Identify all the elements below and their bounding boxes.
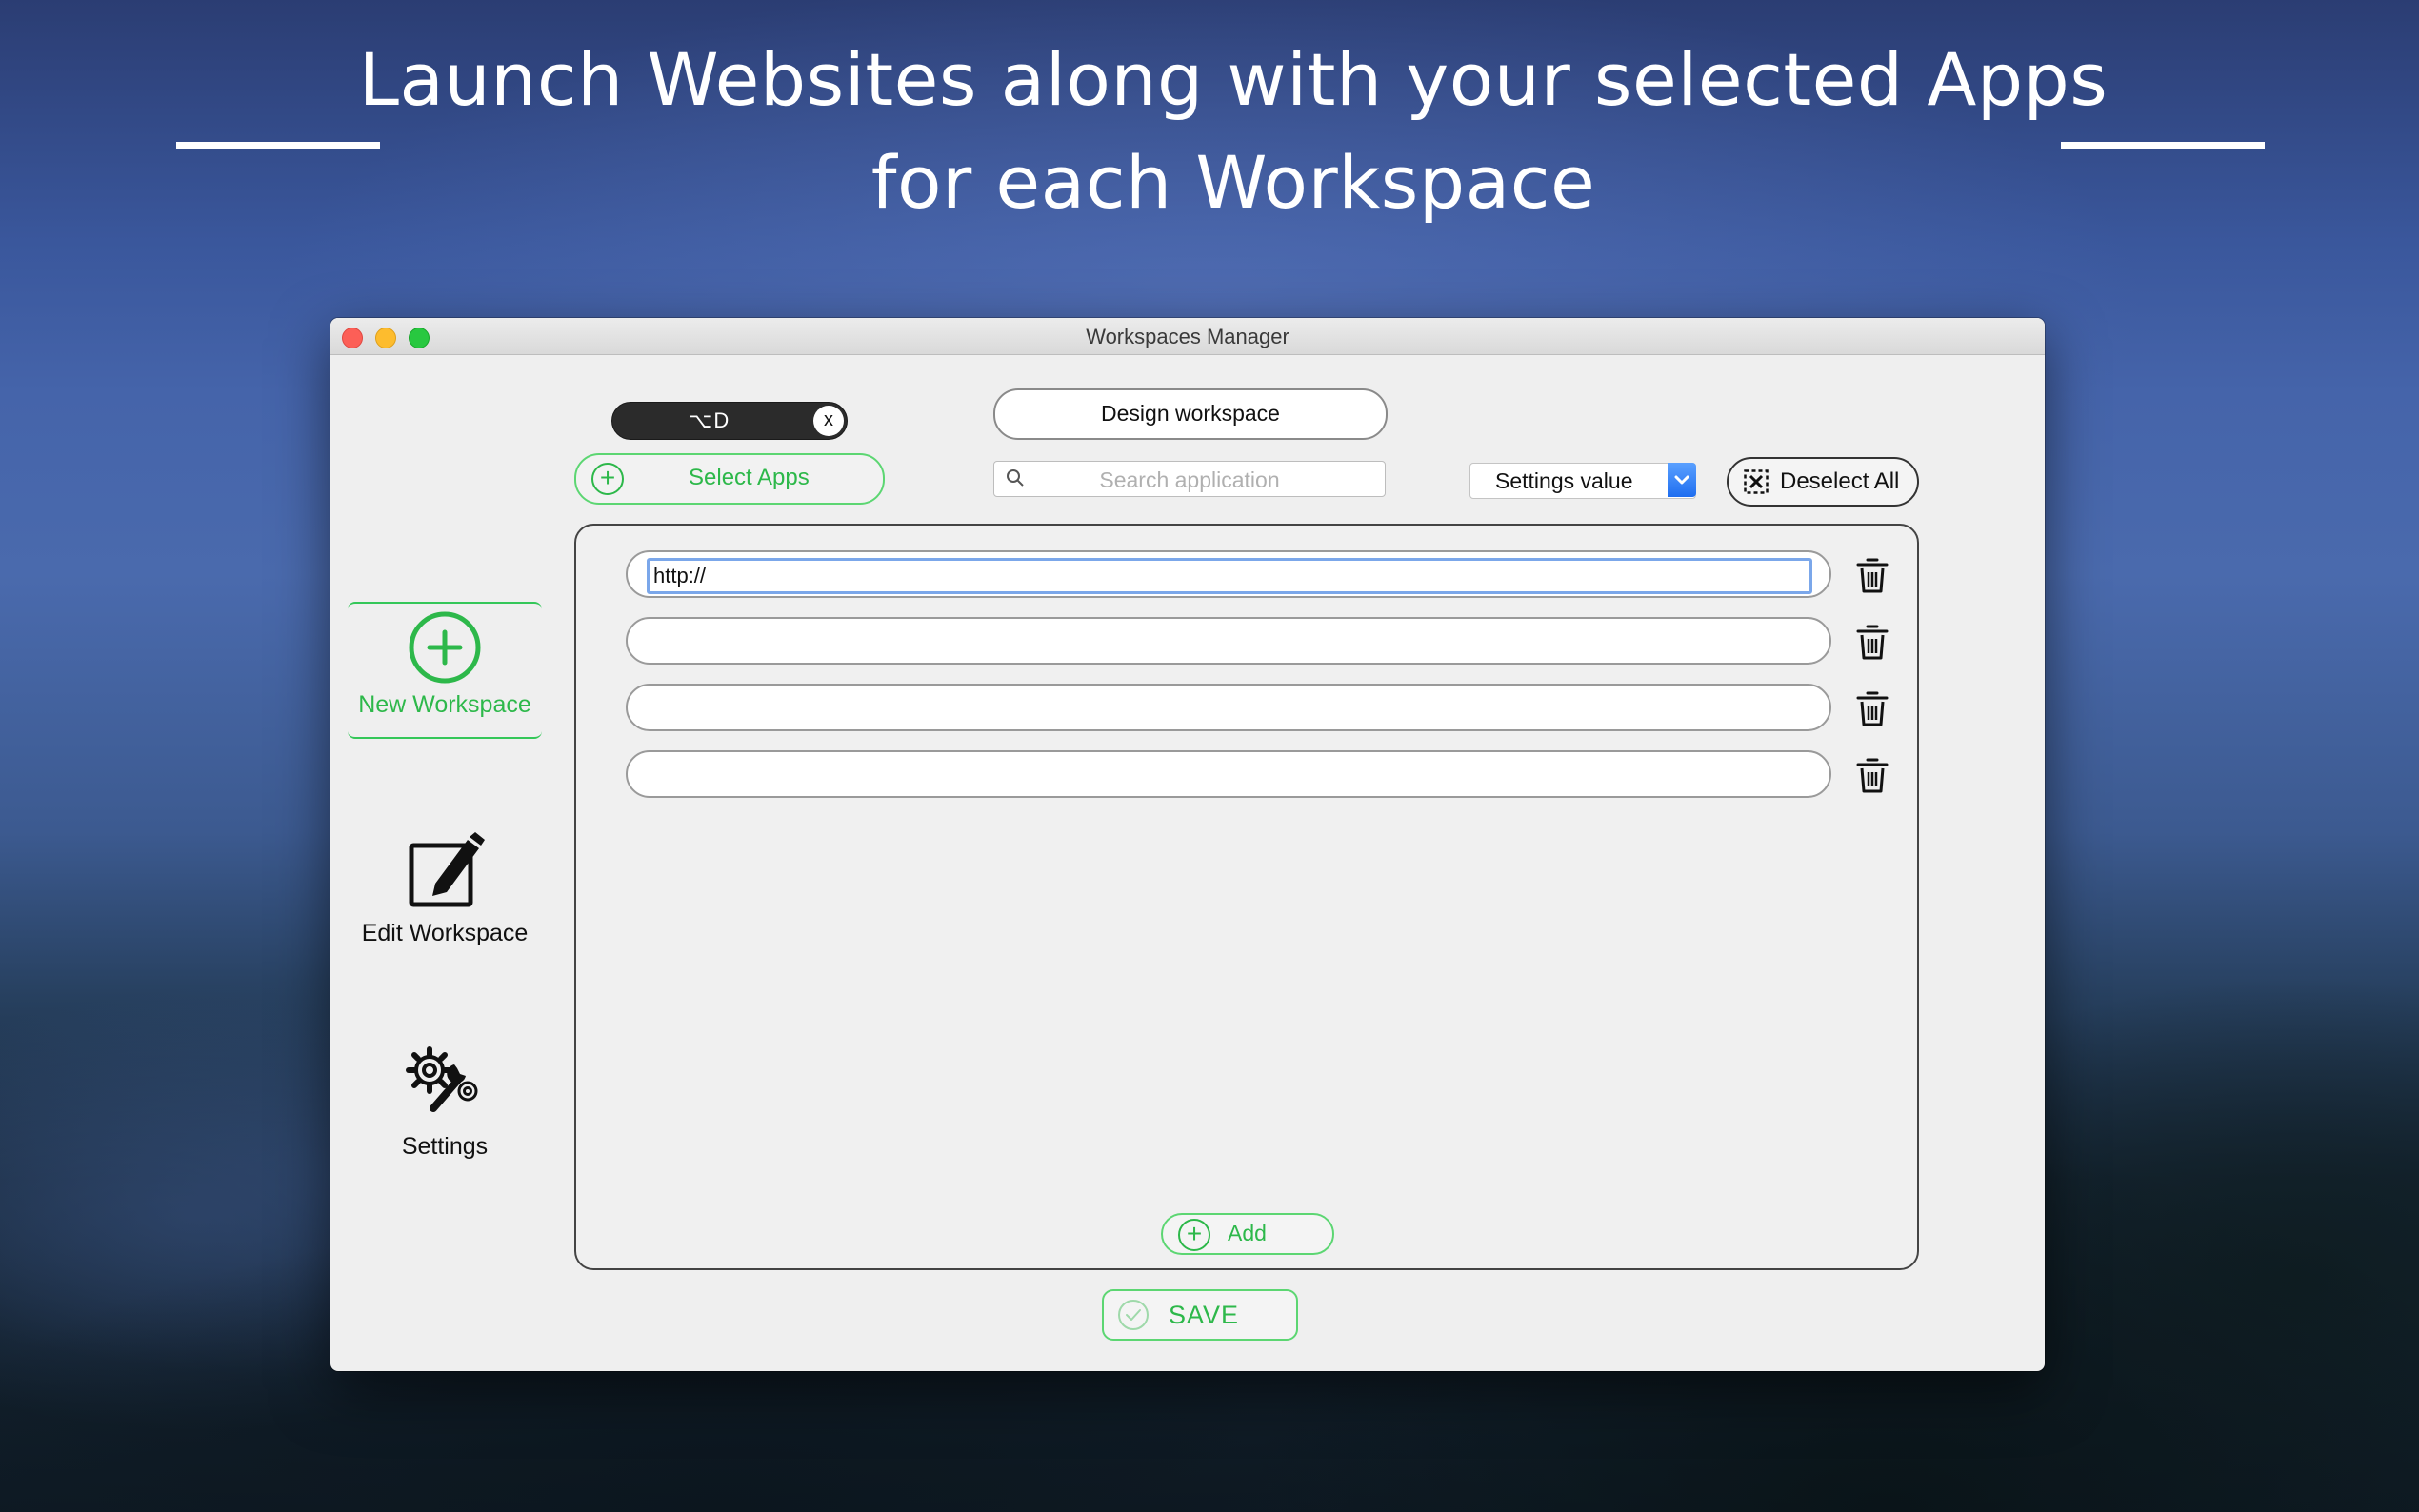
promo-headline-line2: for each Workspace xyxy=(314,131,2152,234)
select-arrow xyxy=(1668,463,1696,497)
plus-circle-icon: + xyxy=(1178,1219,1210,1251)
url-row xyxy=(626,684,1831,731)
check-circle-icon xyxy=(1117,1299,1150,1331)
search-application-input[interactable]: Search application xyxy=(993,461,1386,497)
settings-gears-icon xyxy=(405,1045,487,1116)
url-input[interactable] xyxy=(626,617,1831,665)
save-label: SAVE xyxy=(1169,1301,1239,1330)
workspace-name-field[interactable]: Design workspace xyxy=(993,388,1388,440)
plus-circle-icon xyxy=(407,609,483,686)
settings-select-value: Settings value xyxy=(1495,468,1632,494)
sidebar-item-label: Edit Workspace xyxy=(348,920,542,947)
url-row xyxy=(626,617,1831,665)
clear-shortcut-button[interactable]: x xyxy=(813,406,844,436)
shortcut-value: ⌥D xyxy=(689,408,730,433)
chevron-down-icon xyxy=(1668,463,1696,497)
deselect-all-label: Deselect All xyxy=(1780,468,1899,495)
sidebar-item-label: Settings xyxy=(348,1133,542,1161)
plus-circle-icon: + xyxy=(591,463,624,495)
sidebar-item-new-workspace[interactable]: New Workspace xyxy=(348,602,542,739)
url-input[interactable] xyxy=(626,750,1831,798)
trash-icon[interactable] xyxy=(1856,556,1889,594)
trash-icon[interactable] xyxy=(1856,689,1889,727)
trash-icon[interactable] xyxy=(1856,623,1889,661)
add-url-button[interactable]: + Add xyxy=(1161,1213,1334,1255)
shortcut-recorder[interactable]: ⌥D x xyxy=(611,402,848,440)
window-title: Workspaces Manager xyxy=(330,325,2045,349)
settings-value-select[interactable]: Settings value xyxy=(1469,463,1696,499)
headline-rule-right xyxy=(2061,142,2265,149)
headline-rule-left xyxy=(176,142,380,149)
promo-headline: Launch Websites along with your selected… xyxy=(314,29,2152,234)
url-row xyxy=(626,750,1831,798)
promo-headline-line1: Launch Websites along with your selected… xyxy=(314,29,2152,131)
search-placeholder: Search application xyxy=(994,468,1385,493)
url-input[interactable] xyxy=(647,558,1812,594)
title-bar: Workspaces Manager xyxy=(330,318,2045,355)
sidebar-item-label: New Workspace xyxy=(348,691,542,719)
deselect-icon xyxy=(1744,469,1769,494)
save-button[interactable]: SAVE xyxy=(1102,1289,1298,1341)
app-window: Workspaces Manager New Workspace Edit Wo… xyxy=(330,318,2045,1371)
edit-icon xyxy=(407,832,487,910)
deselect-all-button[interactable]: Deselect All xyxy=(1727,457,1919,507)
url-input[interactable] xyxy=(626,684,1831,731)
select-apps-button[interactable]: + Select Apps xyxy=(574,453,885,505)
url-field-frame xyxy=(626,550,1831,598)
sidebar-item-edit-workspace[interactable]: Edit Workspace xyxy=(348,832,542,956)
trash-icon[interactable] xyxy=(1856,756,1889,794)
url-list-panel: + Add xyxy=(574,524,1919,1270)
sidebar-item-settings[interactable]: Settings xyxy=(348,1045,542,1169)
url-row xyxy=(626,550,1831,598)
add-url-label: Add xyxy=(1228,1221,1267,1246)
select-apps-label: Select Apps xyxy=(689,465,810,491)
